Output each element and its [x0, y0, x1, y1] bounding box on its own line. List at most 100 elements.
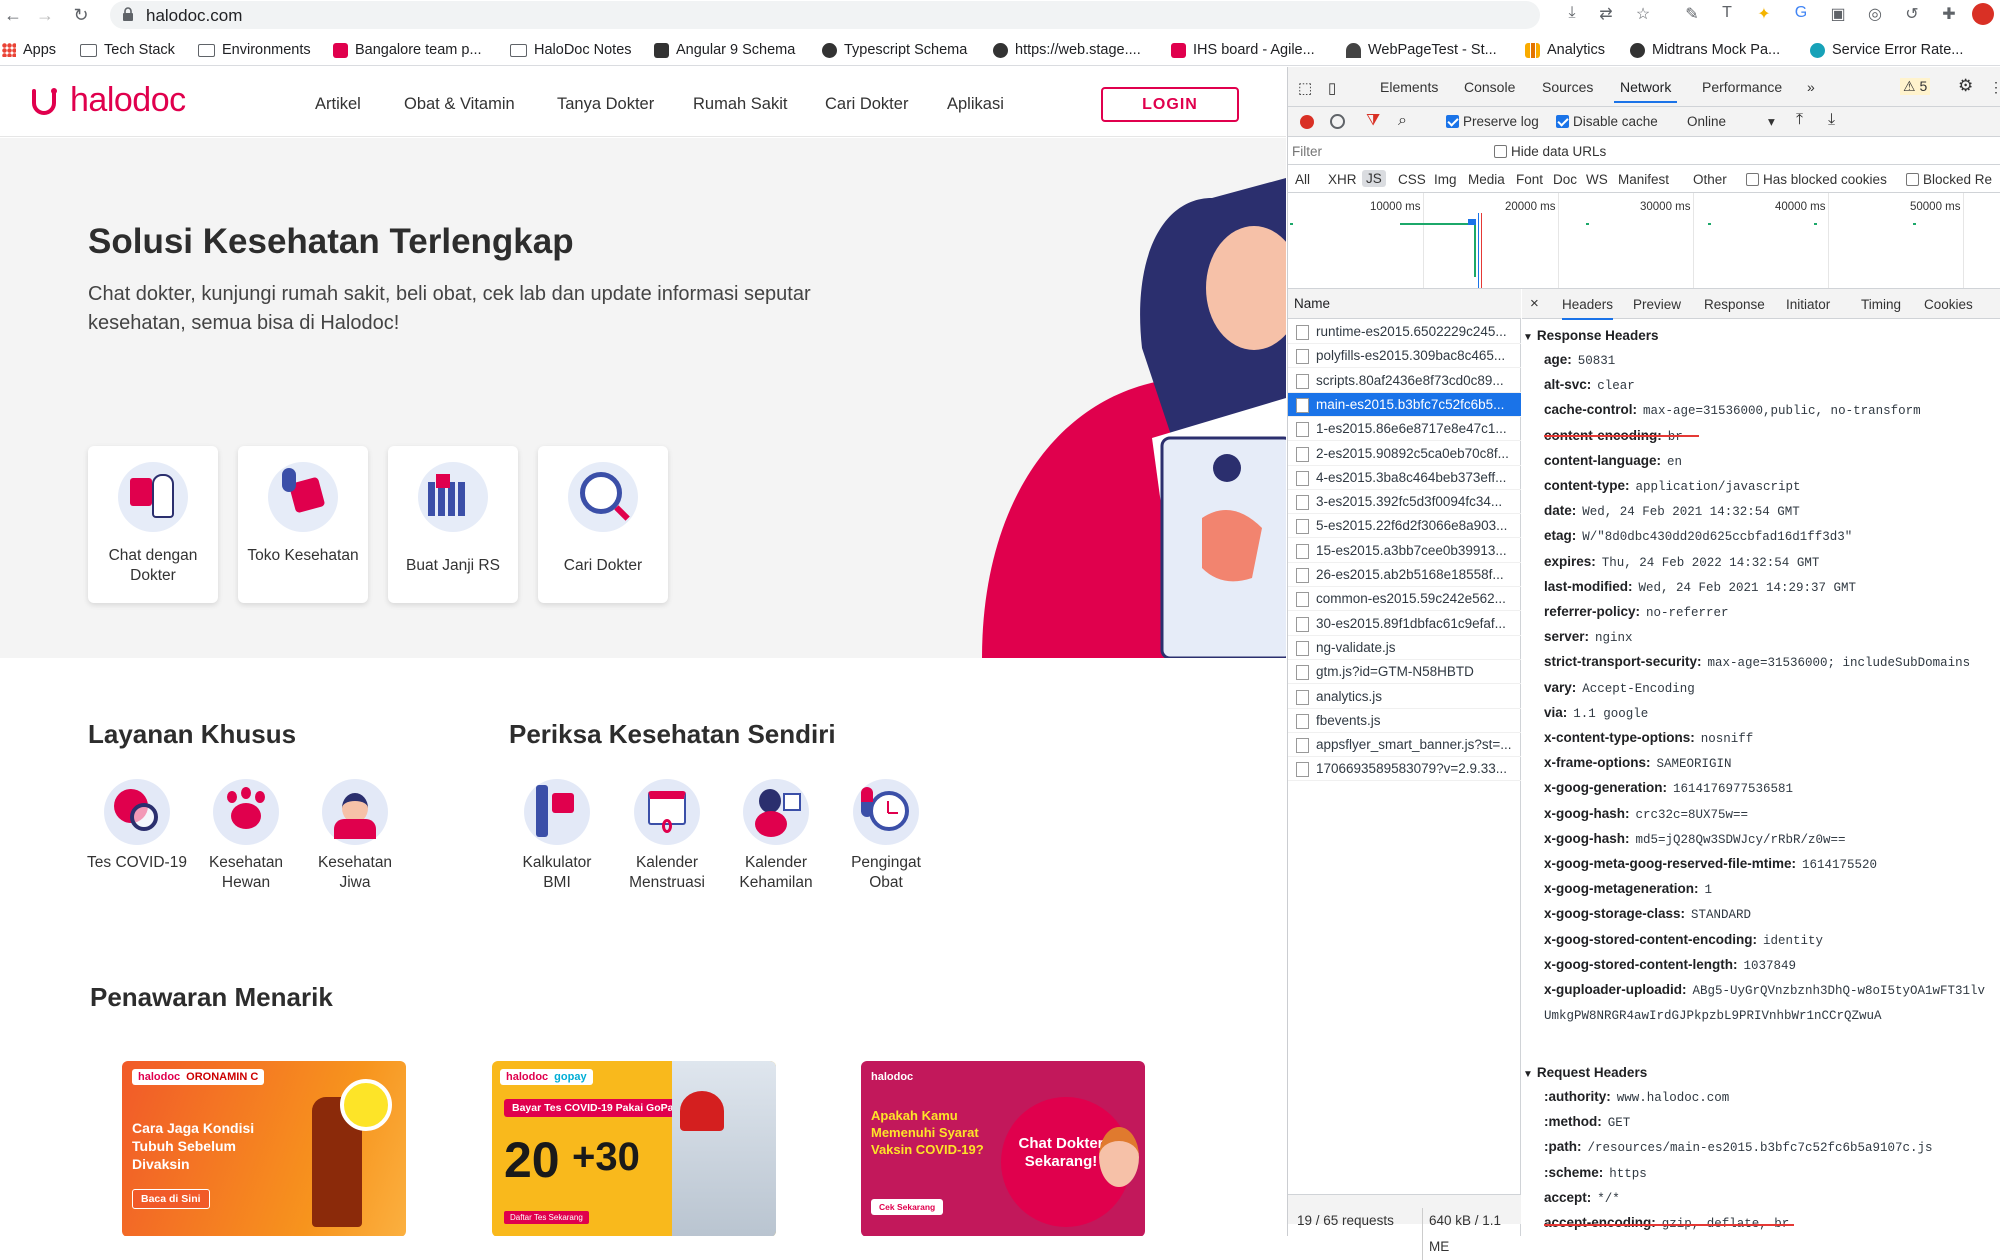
promo-card-vaksin[interactable]: halodoc Apakah Kamu Memenuhi Syarat Vaks…	[861, 1061, 1145, 1236]
request-row[interactable]: 3-es2015.392fc5d3f0094fc34...	[1288, 490, 1521, 515]
more-tabs-icon[interactable]: »	[1807, 79, 1815, 95]
hide-data-urls-checkbox[interactable]: Hide data URLs	[1494, 144, 1606, 159]
request-row[interactable]: common-es2015.59c242e562...	[1288, 587, 1521, 612]
reload-icon[interactable]: ↻	[70, 4, 92, 26]
detail-tab-headers[interactable]: Headers	[1562, 297, 1614, 320]
promo-card-oronamin[interactable]: halodoc ORONAMIN C Cara Jaga Kondisi Tubu…	[122, 1061, 406, 1236]
request-row[interactable]: 30-es2015.89f1dbfac61c9efaf...	[1288, 612, 1521, 636]
request-row[interactable]: polyfills-es2015.309bac8c465...	[1288, 344, 1521, 369]
service-kalender-menstruasi[interactable]: Kalender Menstruasi	[617, 779, 717, 893]
extension-icon[interactable]: T	[1717, 4, 1737, 22]
tab-performance[interactable]: Performance	[1702, 79, 1782, 95]
type-css[interactable]: CSS	[1398, 172, 1426, 187]
login-button[interactable]: LOGIN	[1101, 87, 1239, 122]
nav-tanya-dokter[interactable]: Tanya Dokter	[557, 95, 654, 114]
service-card-cari-dokter[interactable]: Cari Dokter	[538, 446, 668, 603]
bookmark-item[interactable]: IHS board - Agile...	[1171, 42, 1315, 58]
disable-cache-checkbox[interactable]: Disable cache	[1556, 114, 1658, 129]
type-other[interactable]: Other	[1693, 172, 1727, 187]
nav-artikel[interactable]: Artikel	[315, 95, 361, 114]
translate-icon[interactable]: ⇄	[1596, 4, 1616, 24]
service-kalkulator-bmi[interactable]: Kalkulator BMI	[507, 779, 607, 893]
bookmark-item[interactable]: Service Error Rate...	[1810, 42, 1963, 58]
bookmark-item[interactable]: Typescript Schema	[822, 42, 967, 58]
tab-sources[interactable]: Sources	[1542, 79, 1593, 95]
detail-tab-initiator[interactable]: Initiator	[1786, 297, 1830, 312]
star-icon[interactable]: ☆	[1633, 4, 1653, 24]
detail-tab-timing[interactable]: Timing	[1861, 297, 1901, 312]
extension-icon[interactable]: ✦	[1754, 4, 1774, 24]
promo-cta-button[interactable]: Daftar Tes Sekarang	[504, 1211, 589, 1224]
request-row[interactable]: 26-es2015.ab2b5168e18558f...	[1288, 563, 1521, 587]
type-manifest[interactable]: Manifest	[1618, 172, 1669, 187]
throttle-select[interactable]: Online ▾	[1687, 114, 1775, 130]
bookmark-apps[interactable]: Apps	[2, 42, 56, 58]
request-row[interactable]: gtm.js?id=GTM-N58HBTD	[1288, 660, 1521, 685]
bookmark-folder[interactable]: HaloDoc Notes	[510, 42, 632, 58]
request-row[interactable]: 15-es2015.a3bb7cee0b39913...	[1288, 539, 1521, 563]
type-img[interactable]: Img	[1434, 172, 1457, 187]
tab-network[interactable]: Network	[1613, 79, 1678, 103]
detail-tab-cookies[interactable]: Cookies	[1924, 297, 1973, 312]
bookmark-folder[interactable]: Tech Stack	[80, 42, 175, 58]
site-logo[interactable]: halodoc	[70, 81, 186, 120]
filter-input[interactable]	[1292, 141, 1472, 161]
back-icon[interactable]: ←	[2, 4, 24, 26]
inspect-icon[interactable]: ⬚	[1298, 79, 1312, 97]
service-kesehatan-jiwa[interactable]: Kesehatan Jiwa	[305, 779, 405, 893]
detail-tab-preview[interactable]: Preview	[1633, 297, 1681, 312]
address-bar[interactable]: halodoc.com	[110, 1, 1540, 29]
puzzle-icon[interactable]: ✚	[1939, 4, 1959, 24]
bookmark-item[interactable]: Angular 9 Schema	[654, 42, 795, 58]
extension-icon[interactable]: G	[1791, 4, 1811, 22]
nav-rumah-sakit[interactable]: Rumah Sakit	[693, 95, 787, 114]
nav-aplikasi[interactable]: Aplikasi	[947, 95, 1004, 114]
forward-icon[interactable]: →	[34, 4, 56, 26]
request-row[interactable]: scripts.80af2436e8f73cd0c89...	[1288, 369, 1521, 393]
service-tes-covid[interactable]: Tes COVID-19	[87, 779, 187, 873]
request-row[interactable]: appsflyer_smart_banner.js?st=...	[1288, 733, 1521, 758]
clear-icon[interactable]	[1330, 114, 1345, 129]
kebab-menu-icon[interactable]: ⋮	[1989, 79, 2000, 96]
gear-icon[interactable]: ⚙	[1958, 76, 1973, 96]
download-icon[interactable]: ⤓	[1562, 4, 1582, 22]
type-all[interactable]: All	[1295, 172, 1310, 187]
has-blocked-cookies-checkbox[interactable]: Has blocked cookies	[1746, 172, 1887, 187]
request-row[interactable]: analytics.js	[1288, 685, 1521, 709]
service-kesehatan-hewan[interactable]: Kesehatan Hewan	[196, 779, 296, 893]
import-har-icon[interactable]: ⤒	[1796, 111, 1803, 129]
request-row[interactable]: 2-es2015.90892c5ca0eb70c8f...	[1288, 442, 1521, 466]
detail-tab-response[interactable]: Response	[1704, 297, 1765, 312]
type-font[interactable]: Font	[1516, 172, 1543, 187]
type-xhr[interactable]: XHR	[1328, 172, 1357, 187]
filter-icon[interactable]: ⧩	[1366, 112, 1380, 130]
service-pengingat-obat[interactable]: Pengingat Obat	[836, 779, 936, 893]
service-card-toko-kesehatan[interactable]: Toko Kesehatan	[238, 446, 368, 603]
service-card-janji-rs[interactable]: Buat Janji RS	[388, 446, 518, 603]
extension-icon[interactable]: ✎	[1682, 4, 1702, 24]
type-doc[interactable]: Doc	[1553, 172, 1577, 187]
request-row[interactable]: ng-validate.js	[1288, 636, 1521, 660]
close-icon[interactable]: ×	[1530, 295, 1539, 312]
bookmark-item[interactable]: Midtrans Mock Pa...	[1630, 42, 1780, 58]
search-icon[interactable]: ⌕	[1398, 112, 1407, 130]
promo-cta-button[interactable]: Baca di Sini	[132, 1189, 210, 1209]
name-column-header[interactable]: Name	[1288, 289, 1521, 319]
promo-card-gopay[interactable]: halodoc gopay Bayar Tes COVID-19 Pakai Go…	[492, 1061, 776, 1236]
request-row[interactable]: fbevents.js	[1288, 709, 1521, 733]
extension-icon[interactable]: ▣	[1828, 4, 1848, 24]
preserve-log-checkbox[interactable]: Preserve log	[1446, 114, 1539, 129]
nav-cari-dokter[interactable]: Cari Dokter	[825, 95, 908, 114]
request-row[interactable]: 4-es2015.3ba8c464beb373eff...	[1288, 466, 1521, 490]
export-har-icon[interactable]: ⤓	[1828, 111, 1835, 129]
service-kalender-kehamilan[interactable]: Kalender Kehamilan	[726, 779, 826, 893]
bookmark-item[interactable]: https://web.stage....	[993, 42, 1141, 58]
network-overview-timeline[interactable]: 10000 ms 20000 ms 30000 ms 40000 ms 5000…	[1288, 193, 2000, 289]
extension-icon[interactable]: ◎	[1865, 4, 1885, 24]
type-ws[interactable]: WS	[1586, 172, 1608, 187]
device-toggle-icon[interactable]: ▯	[1328, 79, 1336, 97]
blocked-requests-checkbox[interactable]: Blocked Re	[1906, 172, 1992, 187]
history-icon[interactable]: ↺	[1902, 4, 1922, 24]
bookmark-item[interactable]: Analytics	[1525, 42, 1605, 58]
type-js[interactable]: JS	[1362, 170, 1386, 187]
